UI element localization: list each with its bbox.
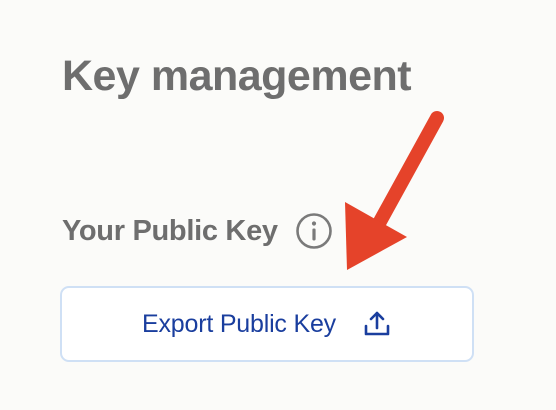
upload-icon: [362, 309, 392, 339]
export-public-key-button[interactable]: Export Public Key: [60, 286, 474, 362]
export-button-label: Export Public Key: [142, 309, 336, 338]
info-circle-icon[interactable]: [295, 212, 333, 250]
public-key-section: Your Public Key: [62, 208, 333, 254]
page-title: Key management: [62, 52, 412, 100]
public-key-label: Your Public Key: [62, 214, 278, 247]
